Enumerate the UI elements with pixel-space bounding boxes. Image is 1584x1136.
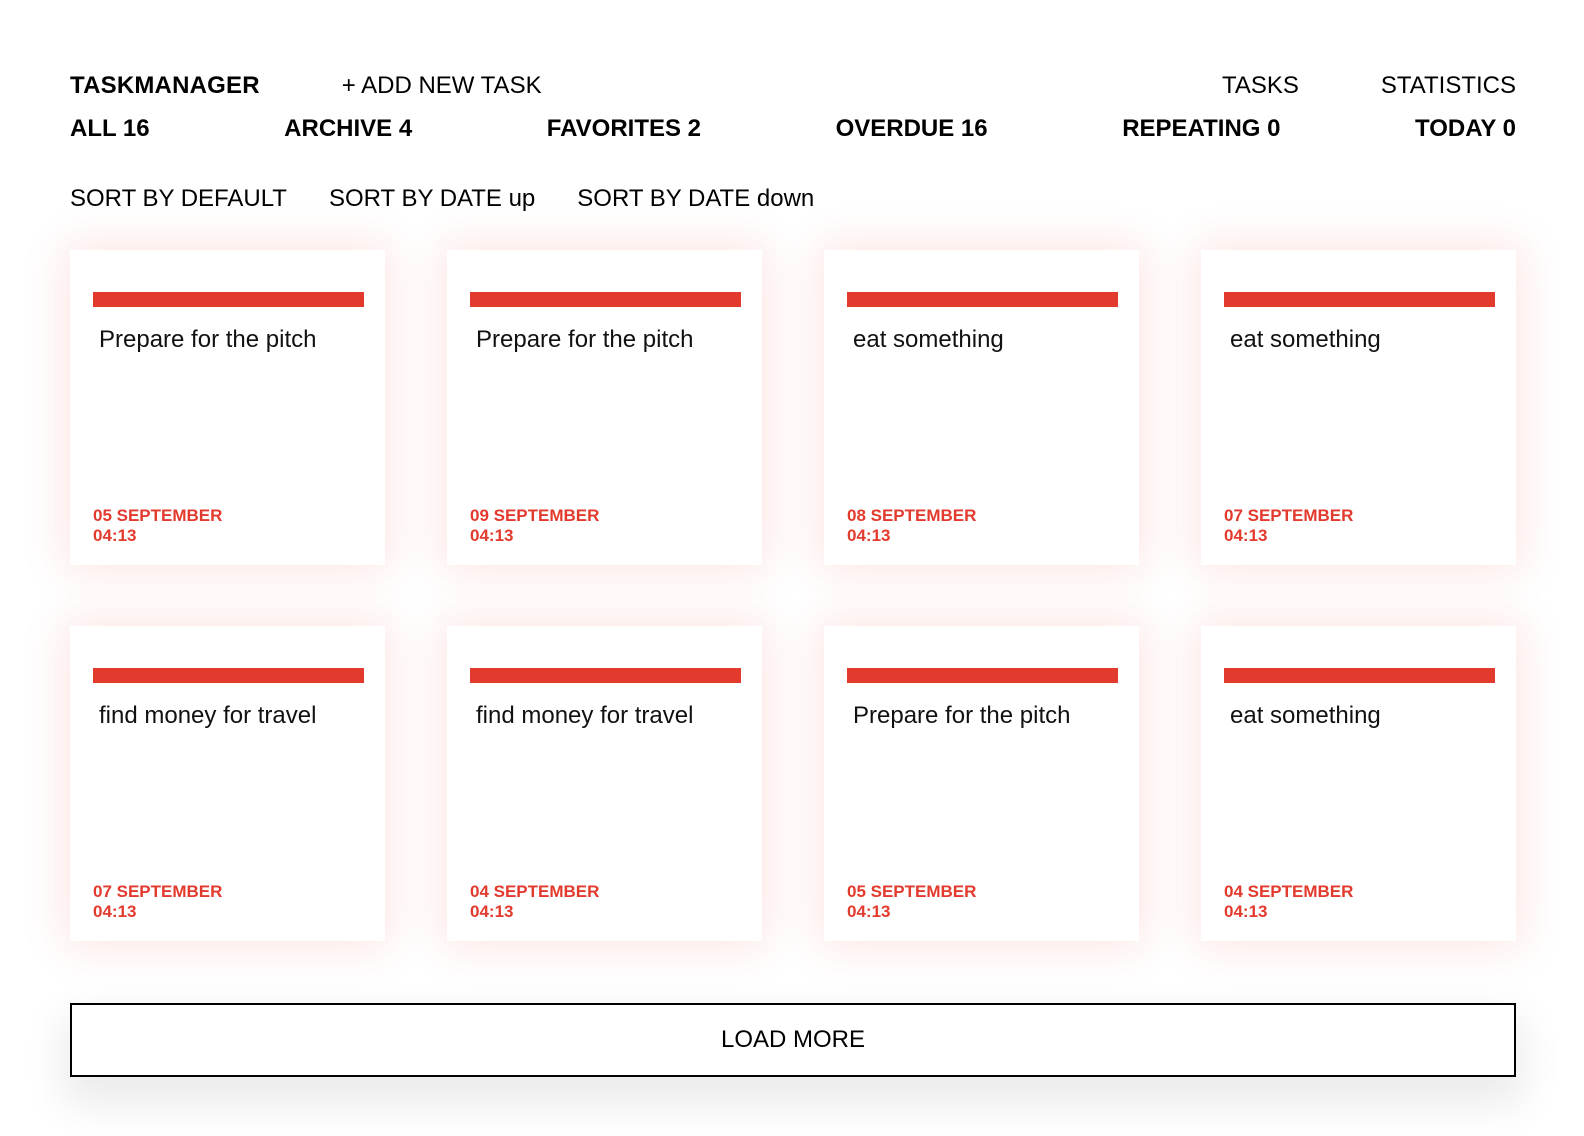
card-color-bar [1224,668,1495,683]
card-date: 09 SEPTEMBER [470,506,600,525]
card-deadline: 07 SEPTEMBER 04:13 [93,882,222,922]
nav-statistics[interactable]: STATISTICS [1381,72,1516,100]
card-title: eat something [853,326,1004,353]
task-card[interactable]: find money for travel 04 SEPTEMBER 04:13 [447,626,762,941]
task-card[interactable]: eat something 04 SEPTEMBER 04:13 [1201,626,1516,941]
card-deadline: 05 SEPTEMBER 04:13 [847,882,976,922]
card-color-bar [93,292,364,307]
card-deadline: 08 SEPTEMBER 04:13 [847,506,976,546]
card-title: Prepare for the pitch [99,326,317,353]
task-board: Prepare for the pitch 05 SEPTEMBER 04:13… [70,250,1516,941]
main-nav: TASKS STATISTICS [1222,72,1516,100]
nav-tasks[interactable]: TASKS [1222,72,1299,100]
task-card[interactable]: Prepare for the pitch 09 SEPTEMBER 04:13 [447,250,762,565]
card-date: 04 SEPTEMBER [1224,882,1354,901]
card-title: Prepare for the pitch [853,702,1071,729]
task-card[interactable]: find money for travel 07 SEPTEMBER 04:13 [70,626,385,941]
card-date: 05 SEPTEMBER [847,882,977,901]
card-date: 05 SEPTEMBER [93,506,223,525]
card-color-bar [1224,292,1495,307]
app-logo: TASKMANAGER [70,72,260,99]
load-more-button[interactable]: LOAD MORE [70,1003,1516,1077]
card-time: 04:13 [847,902,891,921]
card-time: 04:13 [470,526,514,545]
card-color-bar [847,292,1118,307]
card-date: 04 SEPTEMBER [470,882,600,901]
card-date: 07 SEPTEMBER [1224,506,1354,525]
card-title: eat something [1230,702,1381,729]
task-card[interactable]: eat something 07 SEPTEMBER 04:13 [1201,250,1516,565]
card-deadline: 04 SEPTEMBER 04:13 [1224,882,1353,922]
task-card[interactable]: Prepare for the pitch 05 SEPTEMBER 04:13 [70,250,385,565]
filter-all[interactable]: ALL 16 [70,115,150,143]
card-date: 08 SEPTEMBER [847,506,977,525]
filter-favorites[interactable]: FAVORITES 2 [547,115,701,143]
add-new-task-button[interactable]: + ADD NEW TASK [342,72,542,100]
task-card[interactable]: eat something 08 SEPTEMBER 04:13 [824,250,1139,565]
card-time: 04:13 [847,526,891,545]
app: TASKMANAGER + ADD NEW TASK TASKS STATIST… [70,0,1516,1136]
card-deadline: 05 SEPTEMBER 04:13 [93,506,222,546]
card-title: find money for travel [476,702,694,729]
card-deadline: 04 SEPTEMBER 04:13 [470,882,599,922]
header: TASKMANAGER + ADD NEW TASK TASKS STATIST… [70,70,1516,102]
card-deadline: 07 SEPTEMBER 04:13 [1224,506,1353,546]
card-color-bar [470,292,741,307]
card-time: 04:13 [470,902,514,921]
card-title: eat something [1230,326,1381,353]
sort-date-down[interactable]: SORT BY DATE down [577,185,814,213]
card-time: 04:13 [93,902,137,921]
sort-default[interactable]: SORT BY DEFAULT [70,185,287,213]
filter-archive[interactable]: ARCHIVE 4 [284,115,412,143]
card-deadline: 09 SEPTEMBER 04:13 [470,506,599,546]
filter-repeating[interactable]: REPEATING 0 [1122,115,1280,143]
card-color-bar [470,668,741,683]
filter-today[interactable]: TODAY 0 [1415,115,1516,143]
card-color-bar [847,668,1118,683]
sort-date-up[interactable]: SORT BY DATE up [329,185,535,213]
card-color-bar [93,668,364,683]
card-title: Prepare for the pitch [476,326,694,353]
card-title: find money for travel [99,702,317,729]
card-time: 04:13 [93,526,137,545]
sort-bar: SORT BY DEFAULT SORT BY DATE up SORT BY … [70,183,814,215]
card-date: 07 SEPTEMBER [93,882,223,901]
card-time: 04:13 [1224,902,1268,921]
card-time: 04:13 [1224,526,1268,545]
filter-overdue[interactable]: OVERDUE 16 [836,115,988,143]
filter-bar: ALL 16 ARCHIVE 4 FAVORITES 2 OVERDUE 16 … [70,113,1516,145]
task-card[interactable]: Prepare for the pitch 05 SEPTEMBER 04:13 [824,626,1139,941]
